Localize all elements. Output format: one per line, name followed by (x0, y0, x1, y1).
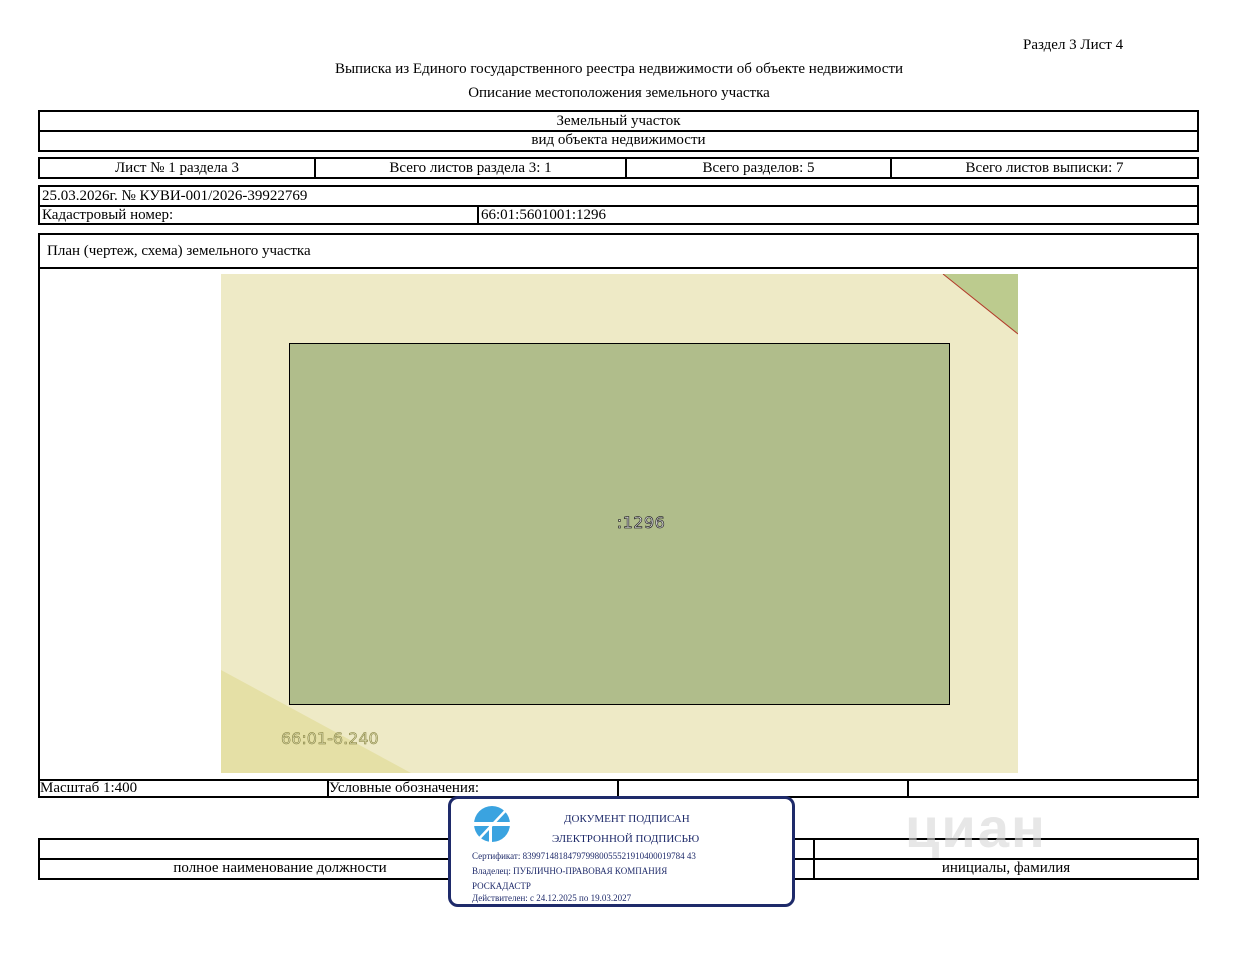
watermark-text: циан (905, 796, 1047, 859)
plan-heading: План (чертеж, схема) земельного участка (47, 243, 311, 259)
signature-stamp: ДОКУМЕНТ ПОДПИСАН ЭЛЕКТРОННОЙ ПОДПИСЬЮ С… (448, 796, 795, 907)
object-kind-label: вид объекта недвижимости (531, 132, 706, 148)
document-title: Выписка из Единого государственного реес… (334, 61, 904, 77)
parcel-label: :1296 (616, 513, 666, 533)
quarter-label: 66:01-6.240 (281, 729, 379, 749)
stamp-line1: ДОКУМЕНТ ПОДПИСАН (564, 813, 690, 825)
stamp-line2: ЭЛЕКТРОННОЙ ПОДПИСЬЮ (552, 833, 700, 845)
total-sheets-section: Всего листов раздела 3: 1 (389, 159, 552, 176)
stamp-logo-icon (472, 806, 512, 844)
scale-label: Масштаб 1:400 (40, 780, 138, 796)
total-sections: Всего разделов: 5 (702, 159, 815, 176)
section-sheet-label: Раздел 3 Лист 4 (1023, 37, 1124, 53)
stamp-owner-line1: Владелец: ПУБЛИЧНО-ПРАВОВАЯ КОМПАНИЯ (472, 866, 668, 876)
total-sheets-extract: Всего листов выписки: 7 (965, 159, 1124, 176)
legend-label: Условные обозначения: (329, 780, 480, 796)
stamp-certificate: Сертификат: 8399714818479799800555219104… (472, 851, 696, 861)
stamp-owner-line2: РОСКАДАСТР (472, 881, 531, 891)
stamp-validity: Действителен: с 24.12.2025 по 19.03.2027 (472, 893, 632, 903)
sheet-number: Лист № 1 раздела 3 (115, 159, 239, 176)
document-subtitle: Описание местоположения земельного участ… (468, 85, 770, 101)
cadastral-number-label: Кадастровый номер: (42, 206, 174, 223)
cadastral-number-value: 66:01:5601001:1296 (481, 206, 607, 223)
object-name: Земельный участок (556, 112, 681, 129)
initials-label: инициалы, фамилия (941, 860, 1071, 876)
record-date-number: 25.03.2026г. № КУВИ-001/2026-39922769 (42, 187, 308, 204)
